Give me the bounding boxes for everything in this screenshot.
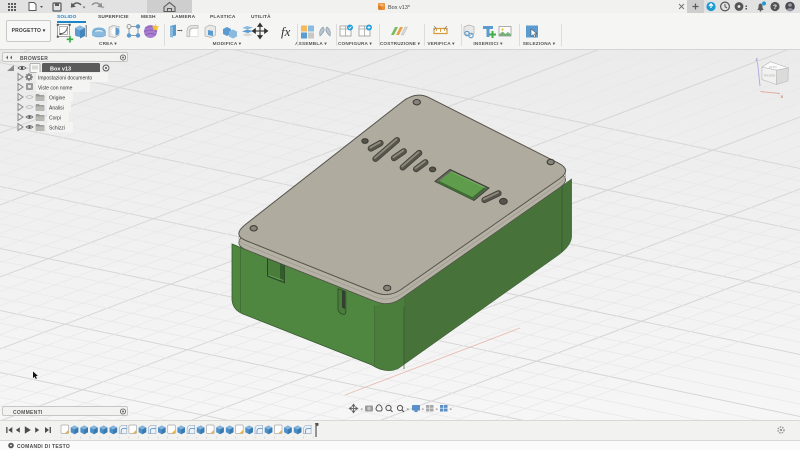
- svg-text:COMANDI DI TESTO: COMANDI DI TESTO: [17, 444, 70, 450]
- svg-text:?: ?: [773, 4, 777, 11]
- svg-text:COMMENTI: COMMENTI: [13, 410, 43, 416]
- svg-text:Origine: Origine: [49, 95, 65, 101]
- svg-text:ALTO: ALTO: [769, 65, 777, 69]
- svg-text:Box v13*: Box v13*: [388, 5, 411, 11]
- svg-text:Corpi: Corpi: [49, 115, 61, 121]
- svg-text:Schizzi: Schizzi: [49, 125, 65, 131]
- svg-text:Impostazioni documento: Impostazioni documento: [38, 75, 92, 81]
- svg-text:Viste con nome: Viste con nome: [38, 85, 73, 91]
- svg-text:X: X: [781, 94, 784, 99]
- svg-text:Analisi: Analisi: [49, 105, 64, 111]
- svg-text:fx: fx: [281, 24, 291, 39]
- svg-text:FRONTE: FRONTE: [764, 74, 776, 78]
